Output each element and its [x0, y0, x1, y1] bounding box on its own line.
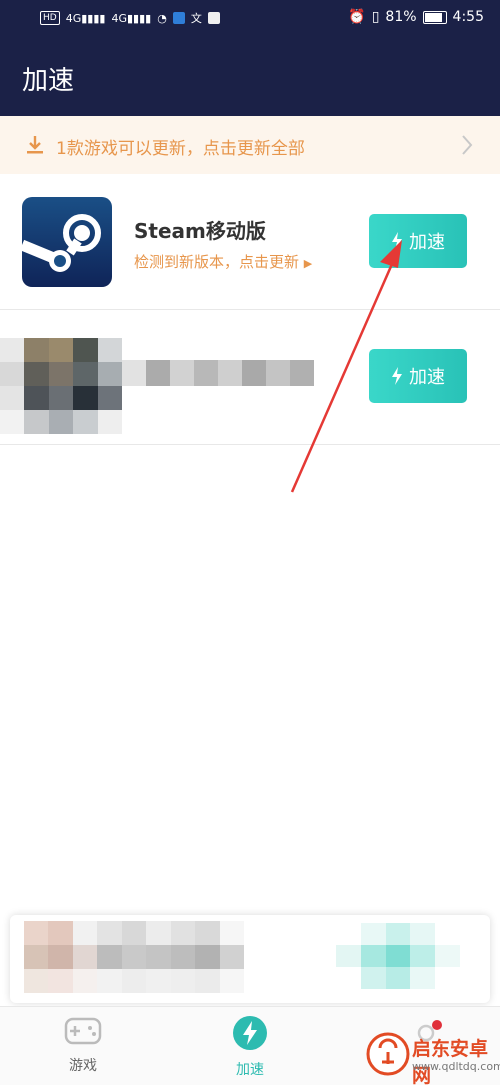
site-watermark: 启东安卓网 www.qdltdq.com	[366, 1030, 500, 1087]
tab-accelerate-label: 加速	[236, 1062, 264, 1078]
tab-games-label: 游戏	[69, 1058, 97, 1074]
promo-banner[interactable]	[10, 915, 490, 1003]
watermark-logo-icon	[366, 1032, 410, 1076]
tab-games[interactable]: 游戏	[33, 1015, 133, 1075]
lightning-circle-icon	[233, 1016, 267, 1050]
watermark-url: www.qdltdq.com	[412, 1060, 500, 1073]
promo-banner-image-left	[24, 921, 244, 993]
promo-banner-image-right	[336, 923, 460, 989]
gamepad-icon	[64, 1017, 102, 1045]
tab-accelerate[interactable]: 加速	[200, 1015, 300, 1079]
